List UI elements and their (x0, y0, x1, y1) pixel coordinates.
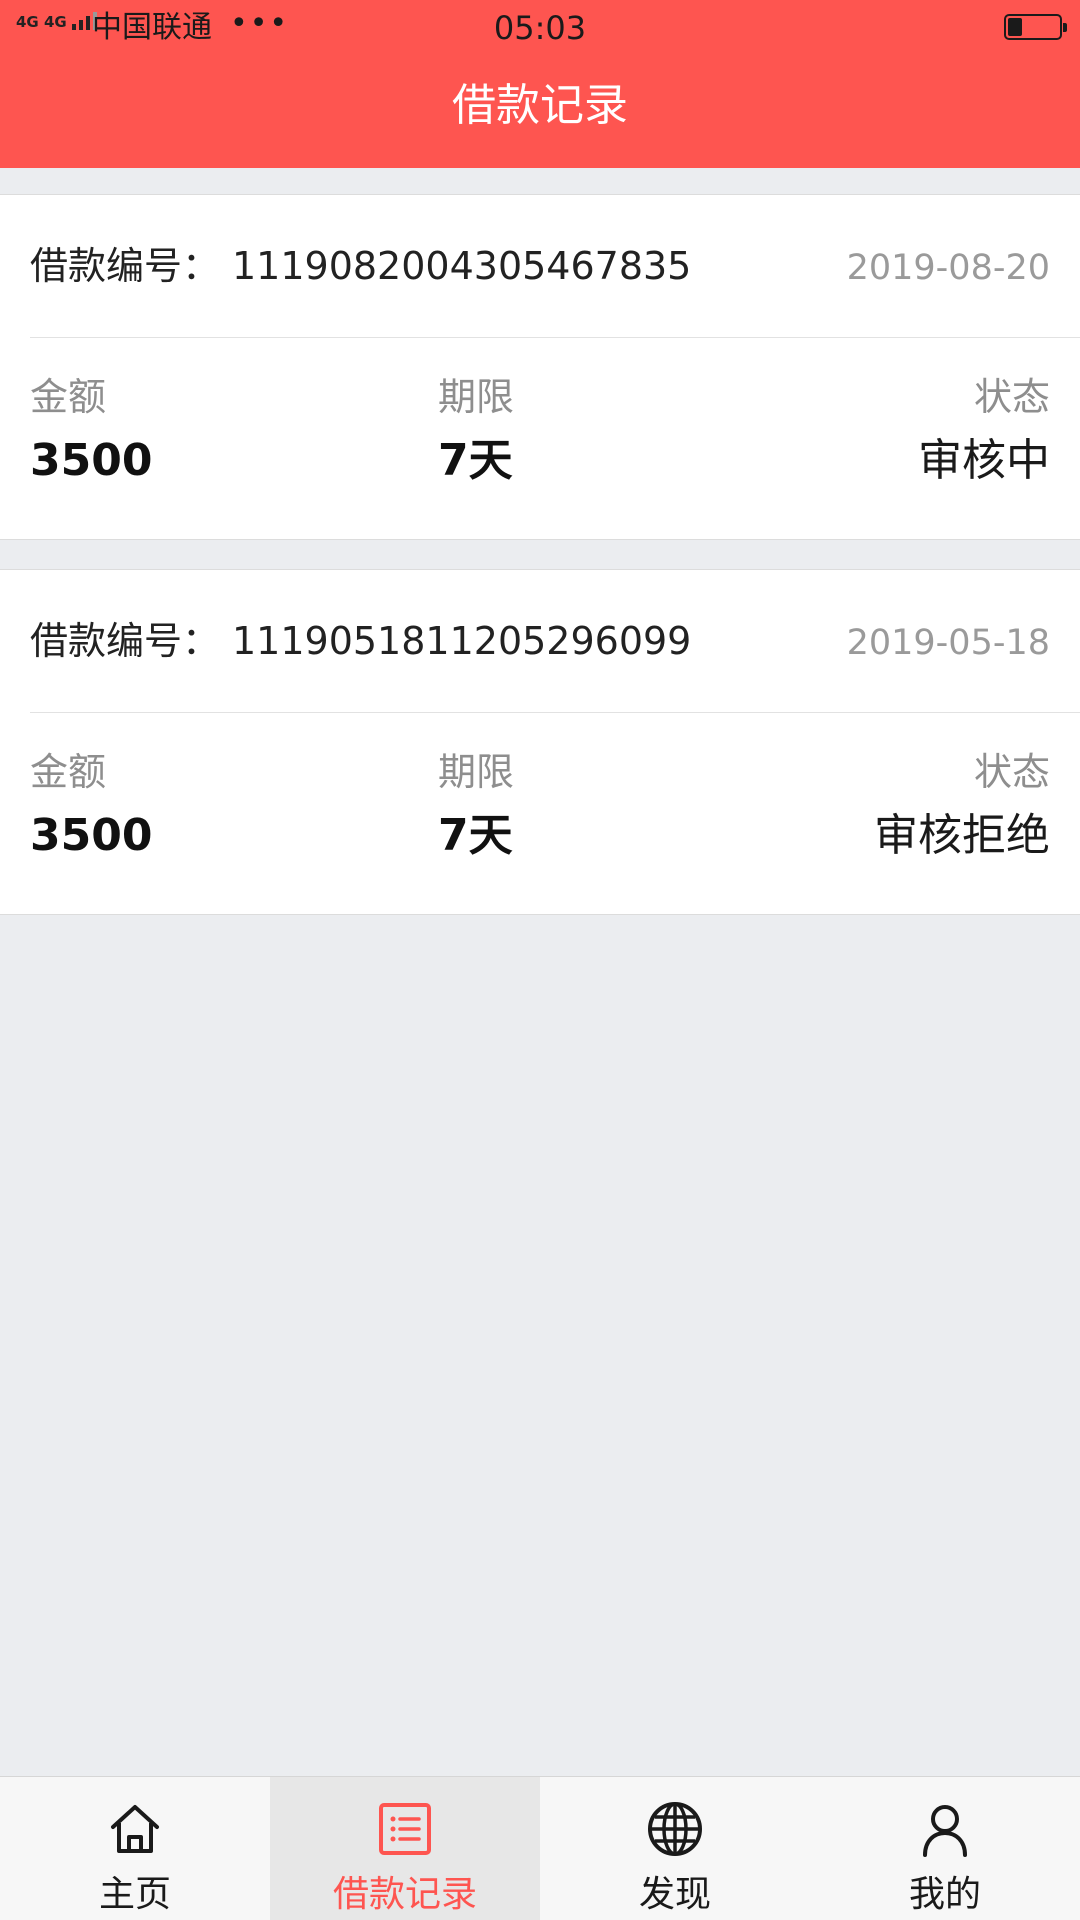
loan-card[interactable]: 借款编号： 1119051811205296099 2019-05-18 金额 … (0, 569, 1080, 915)
tab-loan-records-label: 借款记录 (332, 1874, 477, 1915)
tab-home[interactable]: 主页 (0, 1777, 270, 1920)
status-label: 状态 (973, 750, 1050, 794)
tab-discover[interactable]: 发现 (540, 1777, 810, 1920)
home-icon (111, 1805, 159, 1853)
loan-card-header: 借款编号： 1119051811205296099 2019-05-18 (0, 570, 1080, 712)
tab-bar: 主页 借款记录 发现 我的 (0, 1776, 1080, 1920)
app-header: 4G 4G 中国联通 ••• 05:03 借款记录 (0, 0, 1080, 168)
loan-number: 1119051811205296099 (232, 619, 692, 663)
loan-date: 2019-05-18 (846, 623, 1050, 663)
globe-icon (648, 1802, 702, 1856)
clock: 05:03 (493, 9, 587, 47)
amount-label: 金额 (30, 750, 107, 794)
amount-label: 金额 (30, 375, 107, 419)
divider (30, 337, 1080, 338)
user-icon (923, 1805, 967, 1857)
divider (30, 712, 1080, 713)
term-value: 7天 (438, 810, 513, 861)
tab-loan-records[interactable]: 借款记录 (270, 1777, 540, 1920)
status-value: 审核中 (918, 435, 1050, 486)
loan-number-label: 借款编号： (30, 619, 221, 663)
page-title: 借款记录 (452, 80, 628, 131)
status-value: 审核拒绝 (874, 810, 1050, 861)
term-value: 7天 (438, 435, 513, 486)
term-label: 期限 (438, 750, 515, 794)
tab-home-label: 主页 (98, 1874, 171, 1915)
tab-discover-label: 发现 (638, 1874, 711, 1915)
loan-number: 1119082004305467835 (232, 244, 692, 288)
tab-mine-label: 我的 (908, 1874, 981, 1915)
tab-mine[interactable]: 我的 (810, 1777, 1080, 1920)
amount-value: 3500 (30, 435, 153, 486)
amount-value: 3500 (30, 810, 153, 861)
status-bar: 4G 4G 中国联通 ••• 05:03 (0, 0, 1080, 56)
list-icon (379, 1803, 431, 1855)
loan-number-label: 借款编号： (30, 244, 221, 288)
loan-card[interactable]: 借款编号： 1119082004305467835 2019-08-20 金额 … (0, 194, 1080, 540)
loan-date: 2019-08-20 (846, 248, 1050, 288)
term-label: 期限 (438, 375, 515, 419)
loan-card-header: 借款编号： 1119082004305467835 2019-08-20 (0, 195, 1080, 337)
status-label: 状态 (973, 375, 1050, 419)
battery-icon (1004, 14, 1067, 40)
